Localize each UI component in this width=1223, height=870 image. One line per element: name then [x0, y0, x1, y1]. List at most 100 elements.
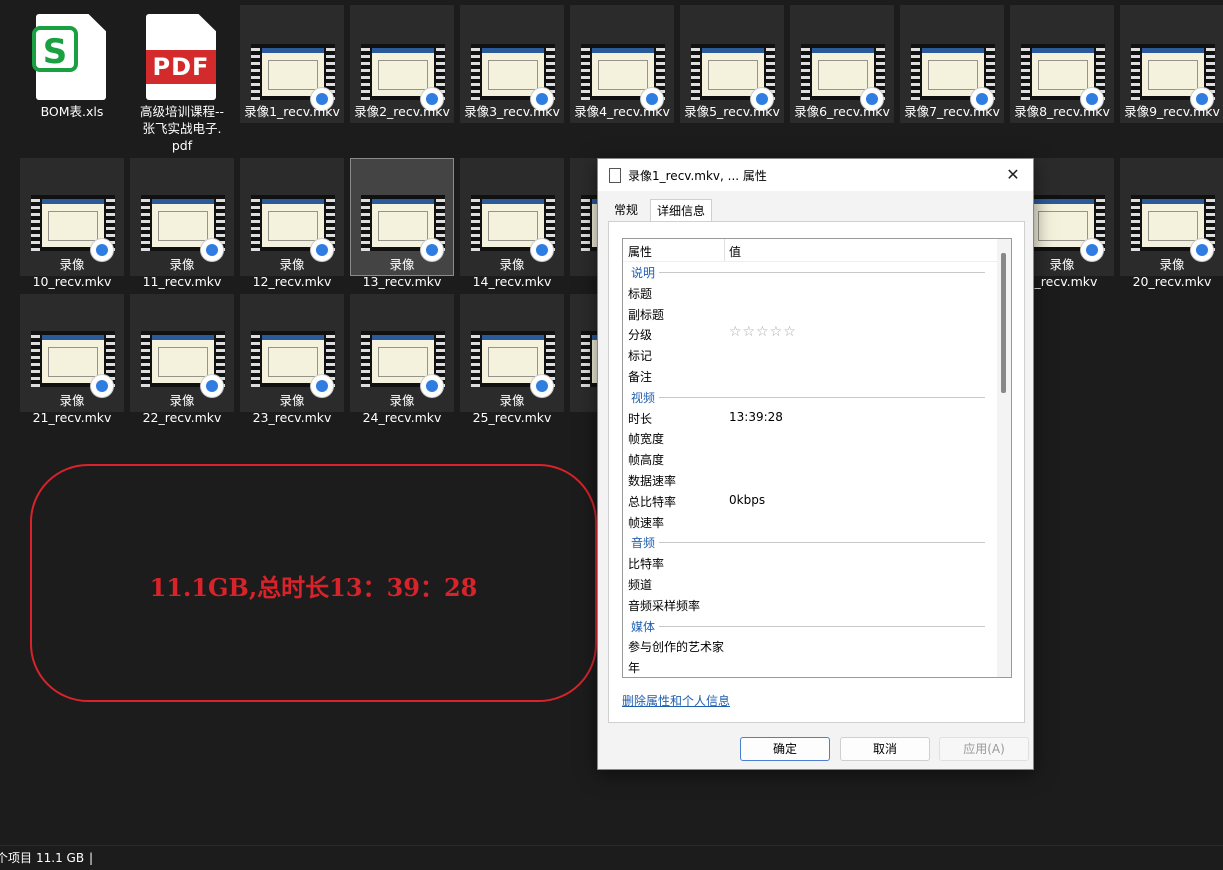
video-file-tile[interactable]: 录像3_recv.mkv: [460, 5, 564, 123]
file-label-line2: 张飞实战电子.: [142, 121, 222, 136]
file-label: 录像: [279, 393, 305, 408]
property-row[interactable]: 总比特率 0kbps: [623, 490, 997, 511]
details-panel: 属性 值 说明标题副标题 分级 ☆☆☆☆☆ 标记备注视频 时长 13:39:28 帧宽度 帧高…: [608, 221, 1025, 723]
property-name: 副标题: [628, 307, 665, 322]
video-file-tile[interactable]: 录像9_recv.mkv: [1120, 5, 1223, 123]
video-file-tile[interactable]: 录像4_recv.mkv: [570, 5, 674, 123]
apply-button[interactable]: 应用(A): [939, 737, 1029, 761]
file-label: 22_recv.mkv: [142, 410, 222, 425]
pdf-icon: PDF: [146, 14, 216, 100]
group-label: 媒体: [631, 619, 656, 634]
ok-button[interactable]: 确定: [740, 737, 830, 761]
video-thumbnail: [471, 195, 555, 261]
scroll-thumb[interactable]: [1001, 253, 1006, 393]
video-file-tile[interactable]: 录像 12_recv.mkv: [240, 158, 344, 289]
header-property[interactable]: 属性: [628, 243, 652, 260]
property-row[interactable]: 副标题: [623, 303, 997, 324]
file-bom-xls[interactable]: S BOM表.xls: [20, 4, 124, 154]
grid-header: 属性 值: [623, 239, 997, 262]
property-row[interactable]: 频道: [623, 573, 997, 594]
file-pdf[interactable]: PDF 高级培训课程-- 张飞实战电子. pdf: [130, 4, 234, 154]
property-name: 参与创作的艺术家: [628, 640, 725, 655]
file-label: 录像: [279, 257, 305, 272]
video-file-tile[interactable]: 录像 11_recv.mkv: [130, 158, 234, 289]
property-name: 帧宽度: [628, 432, 665, 447]
status-size: 11.1 GB: [36, 851, 85, 865]
video-thumbnail: [361, 195, 445, 261]
video-file-tile[interactable]: 录像7_recv.mkv: [900, 5, 1004, 123]
property-row[interactable]: 参与创作的艺术家: [623, 635, 997, 656]
vertical-scrollbar[interactable]: [997, 239, 1011, 677]
property-row[interactable]: 帧宽度: [623, 427, 997, 448]
annotation-box: 11.1GB,总时长13：39：28: [30, 464, 597, 702]
dialog-titlebar[interactable]: 录像1_recv.mkv, ... 属性 ✕: [598, 159, 1033, 191]
video-thumbnail: [361, 331, 445, 397]
video-file-tile[interactable]: 录像 24_recv.mkv: [350, 294, 454, 425]
video-file-tile[interactable]: 录像5_recv.mkv: [680, 5, 784, 123]
property-row[interactable]: 帧高度: [623, 448, 997, 469]
property-row[interactable]: 标记: [623, 344, 997, 365]
file-label: 11_recv.mkv: [142, 274, 222, 289]
file-label: 录像: [59, 257, 85, 272]
tab-general[interactable]: 常规: [608, 199, 644, 221]
rating-stars[interactable]: ☆☆☆☆☆: [729, 324, 797, 340]
file-label: 录像8_recv.mkv: [1014, 104, 1110, 119]
video-thumbnail: [251, 44, 335, 110]
tab-details[interactable]: 详细信息: [650, 199, 713, 223]
video-file-tile[interactable]: 录像1_recv.mkv: [240, 5, 344, 123]
video-file-tile[interactable]: 录像 10_recv.mkv: [20, 158, 124, 289]
property-row[interactable]: 备注: [623, 365, 997, 386]
property-row[interactable]: 标题: [623, 282, 997, 303]
video-file-tile[interactable]: 录像 14_recv.mkv: [460, 158, 564, 289]
group-divider: [659, 625, 985, 627]
property-row[interactable]: 年: [623, 656, 997, 677]
property-name: 频道: [628, 577, 653, 592]
group-header[interactable]: 视频: [623, 386, 997, 407]
file-label: 录像3_recv.mkv: [464, 104, 560, 119]
group-header[interactable]: 音频: [623, 531, 997, 552]
file-label: 录像2_recv.mkv: [354, 104, 450, 119]
video-thumbnail: [31, 195, 115, 261]
property-name: 备注: [628, 369, 653, 384]
video-thumbnail: [251, 195, 335, 261]
property-row[interactable]: 分级 ☆☆☆☆☆: [623, 323, 997, 344]
video-file-tile[interactable]: 录像2_recv.mkv: [350, 5, 454, 123]
video-file-tile[interactable]: 录像 25_recv.mkv: [460, 294, 564, 425]
video-file-tile[interactable]: 录像 22_recv.mkv: [130, 294, 234, 425]
video-thumbnail: [1131, 195, 1215, 261]
file-label: 23_recv.mkv: [252, 410, 332, 425]
group-header[interactable]: 媒体: [623, 615, 997, 636]
property-row[interactable]: 帧速率: [623, 511, 997, 532]
video-thumbnail: [31, 331, 115, 397]
property-row[interactable]: 时长 13:39:28: [623, 407, 997, 428]
file-label: 录像: [389, 393, 415, 408]
group-divider: [659, 396, 985, 398]
video-file-tile[interactable]: 录像 13_recv.mkv: [350, 158, 454, 289]
file-label: 录像: [169, 393, 195, 408]
close-button[interactable]: ✕: [999, 163, 1027, 187]
cancel-button[interactable]: 取消: [840, 737, 930, 761]
file-label: 录像: [59, 393, 85, 408]
property-row[interactable]: 数据速率: [623, 469, 997, 490]
video-file-tile[interactable]: 录像6_recv.mkv: [790, 5, 894, 123]
remove-properties-link[interactable]: 删除属性和个人信息: [622, 692, 730, 709]
video-file-tile[interactable]: 录像 23_recv.mkv: [240, 294, 344, 425]
file-label: 录像1_recv.mkv: [244, 104, 340, 119]
group-header[interactable]: 说明: [623, 261, 997, 282]
file-label: 录像9_recv.mkv: [1124, 104, 1220, 119]
grid-body: 说明标题副标题 分级 ☆☆☆☆☆ 标记备注视频 时长 13:39:28 帧宽度 帧高度 数据速率…: [623, 261, 997, 677]
property-row[interactable]: 音频采样频率: [623, 594, 997, 615]
property-grid[interactable]: 属性 值 说明标题副标题 分级 ☆☆☆☆☆ 标记备注视频 时长 13:39:28 帧宽度 帧高…: [622, 238, 1012, 678]
video-file-tile[interactable]: 录像8_recv.mkv: [1010, 5, 1114, 123]
property-name: 标题: [628, 286, 653, 301]
file-label: 录像7_recv.mkv: [904, 104, 1000, 119]
file-label: 12_recv.mkv: [252, 274, 332, 289]
video-file-tile[interactable]: 录像 20_recv.mkv: [1120, 158, 1223, 289]
file-label: 录像: [169, 257, 195, 272]
video-file-tile[interactable]: 录像 21_recv.mkv: [20, 294, 124, 425]
properties-dialog: 录像1_recv.mkv, ... 属性 ✕ 常规 详细信息 属性 值 说明标题…: [597, 158, 1034, 770]
file-label: 录像4_recv.mkv: [574, 104, 670, 119]
header-value[interactable]: 值: [729, 243, 741, 260]
property-row[interactable]: 比特率: [623, 552, 997, 573]
property-name: 帧速率: [628, 515, 665, 530]
